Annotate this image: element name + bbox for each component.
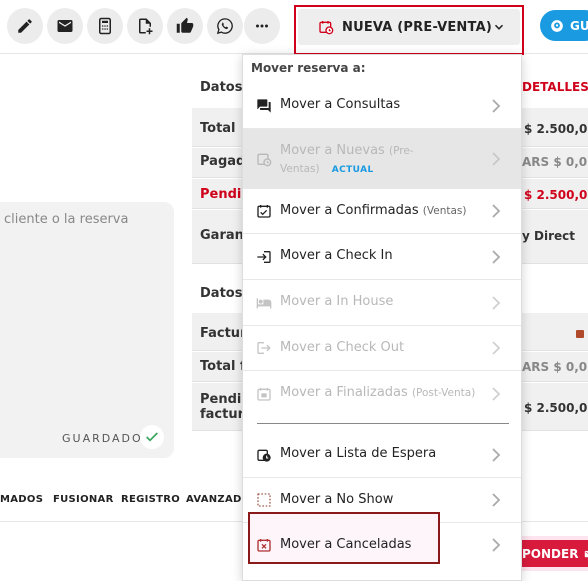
mail-icon <box>585 550 588 557</box>
menu-item-label: Mover a In House <box>280 294 394 309</box>
menu-item-nuevas: Mover a Nuevas (Pre- Ventas) ACTUAL <box>243 129 521 189</box>
menu-item-lista-espera[interactable]: Mover a Lista de Espera <box>243 432 521 478</box>
menu-item-label: Mover a Lista de Espera <box>280 446 437 461</box>
guide-icon <box>551 19 563 32</box>
menu-item-consultas[interactable]: Mover a Consultas <box>243 83 521 129</box>
pencil-icon <box>18 19 32 33</box>
chevron-right-icon <box>492 538 501 552</box>
menu-item-label: Mover a Confirmadas <box>280 203 419 218</box>
pagado-value: ARS $ 0,0 <box>522 155 588 169</box>
whatsapp-icon <box>216 18 233 35</box>
menu-item-in-house: Mover a In House <box>243 280 521 326</box>
waitlist-icon <box>257 449 271 462</box>
notes-placeholder: cliente o la reserva <box>4 212 129 227</box>
current-badge: ACTUAL <box>331 165 374 175</box>
menu-divider <box>257 423 509 424</box>
chevron-right-icon <box>492 99 501 113</box>
menu-item-label: Mover a No Show <box>280 492 394 507</box>
menu-item-check-in[interactable]: Mover a Check In <box>243 234 521 280</box>
menu-item-sub: (Ventas) <box>422 205 467 217</box>
saved-check-badge <box>140 425 164 449</box>
tab-registro[interactable]: REGISTRO <box>121 494 180 505</box>
more-button[interactable] <box>244 8 280 44</box>
menu-item-check-out: Mover a Check Out <box>243 326 521 371</box>
garantia-value: y Direct <box>522 229 575 243</box>
no-show-icon <box>257 493 271 507</box>
menu-item-sub: (Pre- <box>388 145 414 157</box>
email-button[interactable] <box>47 8 83 44</box>
calculator-button[interactable] <box>87 8 123 44</box>
mail-icon <box>57 20 73 32</box>
like-button[interactable] <box>167 8 203 44</box>
menu-item-confirmadas[interactable]: Mover a Confirmadas (Ventas) <box>243 189 521 234</box>
status-highlight-frame <box>294 5 524 55</box>
whatsapp-button[interactable] <box>207 8 243 44</box>
tab-fusionar[interactable]: FUSIONAR <box>53 494 114 505</box>
saved-status: GUARDADO <box>62 432 143 445</box>
calendar-clock-icon <box>257 153 272 167</box>
total-label: Total <box>200 121 236 136</box>
guide-label: GU <box>570 18 588 33</box>
menu-item-label: Mover a Check Out <box>280 340 405 355</box>
chevron-right-icon <box>492 250 501 264</box>
top-toolbar: NUEVA (PRE-VENTA) GU <box>0 0 588 55</box>
add-document-icon <box>139 18 153 35</box>
edit-button[interactable] <box>7 8 43 44</box>
menu-item-label: Mover a Finalizadas <box>280 385 408 400</box>
details-link[interactable]: DETALLES <box>522 80 588 94</box>
total-facturado-value: ARS $ 0,0 <box>522 360 588 374</box>
menu-item-sub-2: Ventas) <box>280 163 320 175</box>
more-icon <box>256 24 268 28</box>
notes-card[interactable] <box>0 202 174 458</box>
factura-marker-icon <box>576 330 584 338</box>
bed-icon <box>256 298 272 309</box>
menu-item-finalizadas: Mover a Finalizadas (Post-Venta) <box>243 371 521 417</box>
chevron-right-icon <box>492 387 501 401</box>
canceladas-highlight-frame <box>248 512 440 564</box>
menu-item-sub: (Post-Venta) <box>411 387 476 399</box>
tab-confirmados[interactable]: MADOS <box>0 494 43 505</box>
move-reservation-menu: Mover reserva a: Mover a Consultas Mover… <box>242 54 522 581</box>
chevron-right-icon <box>492 341 501 355</box>
calendar-check-icon <box>257 205 271 218</box>
menu-item-label: Mover a Nuevas <box>280 143 385 158</box>
chevron-right-icon <box>492 296 501 310</box>
menu-header: Mover reserva a: <box>251 61 366 75</box>
chevron-right-icon <box>492 493 501 507</box>
total-value: $ 2.500,0 <box>524 122 588 136</box>
chevron-right-icon <box>492 152 501 166</box>
check-icon <box>146 432 158 442</box>
login-icon <box>257 251 271 263</box>
menu-item-label: Mover a Check In <box>280 248 393 263</box>
pendiente-facturar-value: $ 2.500,0 <box>524 401 588 415</box>
reply-button[interactable]: PONDER <box>514 540 588 567</box>
thumbs-up-icon <box>176 17 194 33</box>
chat-icon <box>257 99 271 113</box>
calendar-done-icon <box>257 388 271 401</box>
chevron-right-icon <box>492 204 501 218</box>
pendiente-value: $ 2.500,0 <box>524 188 588 202</box>
calculator-icon <box>99 17 111 35</box>
reply-label: PONDER <box>522 546 579 561</box>
chevron-right-icon <box>492 448 501 462</box>
tab-avanzado[interactable]: AVANZADO <box>186 494 250 505</box>
guide-button[interactable]: GU <box>540 10 588 41</box>
menu-item-label: Mover a Consultas <box>280 97 401 112</box>
add-document-button[interactable] <box>127 8 163 44</box>
logout-icon <box>257 342 271 354</box>
